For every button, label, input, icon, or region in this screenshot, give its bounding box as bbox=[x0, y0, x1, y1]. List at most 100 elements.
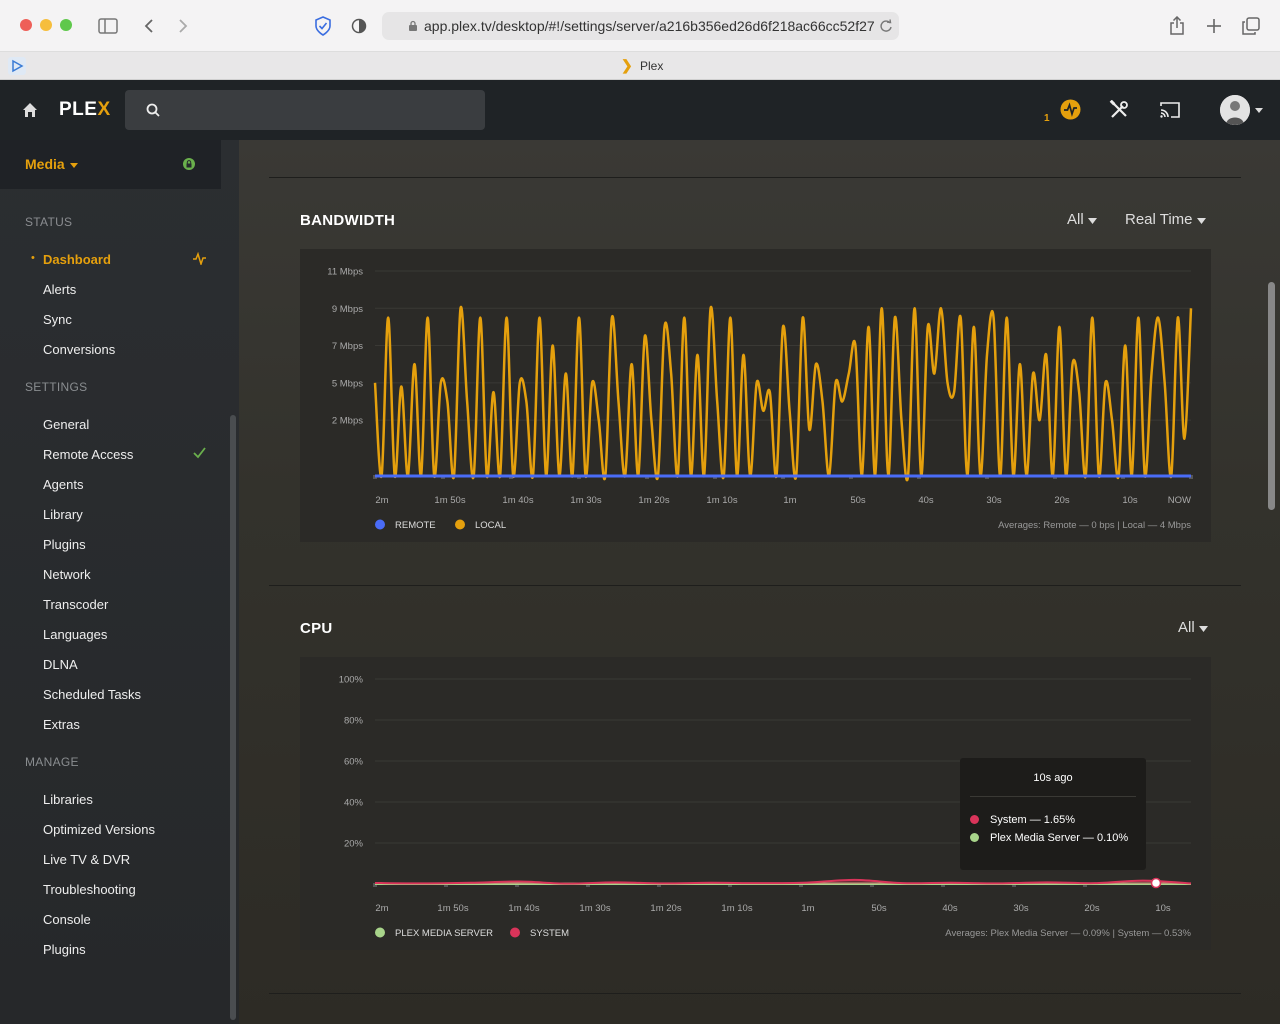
x-tick-label: 1m 50s bbox=[437, 903, 468, 914]
logo-x: X bbox=[97, 99, 111, 120]
chevron-down-icon bbox=[1198, 626, 1208, 632]
share-icon[interactable] bbox=[1165, 14, 1189, 38]
sidebar-toggle-icon[interactable] bbox=[96, 14, 120, 38]
chevron-down-icon bbox=[1087, 218, 1097, 224]
legend-swatch bbox=[510, 927, 520, 938]
legend-swatch bbox=[375, 519, 385, 530]
logo-text: PLE bbox=[59, 99, 98, 120]
plex-favicon-icon: ❯ bbox=[621, 57, 633, 73]
secure-lock-icon bbox=[183, 158, 195, 170]
sidebar-item-troubleshooting[interactable]: Troubleshooting bbox=[43, 882, 136, 897]
x-tick-label: 50s bbox=[871, 903, 887, 914]
bandwidth-range-label: Real Time bbox=[1125, 211, 1193, 228]
settings-tools-icon[interactable] bbox=[1109, 99, 1129, 125]
active-dot: • bbox=[31, 252, 35, 264]
cpu-filter-dropdown[interactable]: All bbox=[1178, 619, 1208, 636]
tab-overview-icon[interactable] bbox=[1239, 14, 1263, 38]
x-tick-label: 1m bbox=[801, 903, 814, 914]
section-manage: MANAGE bbox=[25, 755, 79, 769]
x-tick-label: 1m 10s bbox=[721, 903, 752, 914]
home-icon[interactable] bbox=[22, 102, 38, 123]
sidebar-item-console[interactable]: Console bbox=[43, 912, 91, 927]
checkmark-icon bbox=[193, 447, 206, 459]
extension-icon[interactable] bbox=[8, 57, 26, 80]
section-settings: SETTINGS bbox=[25, 380, 88, 394]
main-scrollbar[interactable] bbox=[1268, 282, 1275, 510]
new-tab-icon[interactable] bbox=[1202, 14, 1226, 38]
minimize-window-button[interactable] bbox=[40, 19, 52, 31]
sidebar-item-alerts[interactable]: Alerts bbox=[43, 282, 76, 297]
address-bar[interactable]: app.plex.tv/desktop/#!/settings/server/a… bbox=[382, 12, 899, 40]
forward-icon[interactable] bbox=[171, 14, 195, 38]
x-tick-label: 40s bbox=[942, 903, 958, 914]
divider bbox=[269, 585, 1241, 586]
bandwidth-title: BANDWIDTH bbox=[300, 212, 396, 229]
search-input[interactable] bbox=[125, 90, 485, 130]
y-tick-label: 40% bbox=[344, 798, 364, 809]
chevron-down-icon[interactable] bbox=[1255, 108, 1263, 113]
sidebar-item-plugins[interactable]: Plugins bbox=[43, 537, 86, 552]
bandwidth-range-dropdown[interactable]: Real Time bbox=[1125, 211, 1206, 228]
x-tick-label: 1m 40s bbox=[508, 903, 539, 914]
sidebar-item-languages[interactable]: Languages bbox=[43, 627, 107, 642]
x-tick-label: 2m bbox=[375, 495, 388, 506]
x-tick-label: 40s bbox=[918, 495, 934, 506]
sidebar-item-scheduled-tasks[interactable]: Scheduled Tasks bbox=[43, 687, 141, 702]
sidebar-item-live-tv-dvr[interactable]: Live TV & DVR bbox=[43, 852, 130, 867]
settings-sidebar: Media STATUS • Dashboard Alerts Sync Con… bbox=[0, 140, 239, 1024]
divider bbox=[269, 993, 1241, 994]
x-tick-label: 20s bbox=[1054, 495, 1070, 506]
shield-icon[interactable] bbox=[311, 14, 335, 38]
zoom-window-button[interactable] bbox=[60, 19, 72, 31]
bandwidth-chart[interactable]: 11 Mbps 9 Mbps 7 Mbps 5 Mbps 2 Mbps 2m 1m 50s 1… bbox=[300, 249, 1211, 542]
privacy-icon[interactable] bbox=[347, 14, 371, 38]
sidebar-item-libraries[interactable]: Libraries bbox=[43, 792, 93, 807]
pms-swatch bbox=[970, 833, 979, 842]
y-tick-label: 11 Mbps bbox=[327, 267, 363, 278]
tooltip-title: 10s ago bbox=[1033, 772, 1073, 784]
close-window-button[interactable] bbox=[20, 19, 32, 31]
legend-label: PLEX MEDIA SERVER bbox=[395, 928, 493, 939]
sidebar-item-extras[interactable]: Extras bbox=[43, 717, 80, 732]
activity-count: 1 bbox=[1044, 113, 1050, 124]
legend-label: REMOTE bbox=[395, 520, 436, 531]
sidebar-item-manage-plugins[interactable]: Plugins bbox=[43, 942, 86, 957]
back-icon[interactable] bbox=[137, 14, 161, 38]
app-header: PLEX 1 bbox=[0, 80, 1280, 140]
x-tick-label: 1m 50s bbox=[434, 495, 465, 506]
x-tick-label: 1m 30s bbox=[570, 495, 601, 506]
activity-icon bbox=[193, 252, 206, 265]
x-tick-label: NOW bbox=[1168, 495, 1191, 506]
sidebar-item-remote-access[interactable]: Remote Access bbox=[43, 447, 133, 462]
activity-icon[interactable] bbox=[1060, 99, 1081, 125]
x-tick-label: 1m 30s bbox=[579, 903, 610, 914]
cast-icon[interactable] bbox=[1159, 101, 1181, 124]
y-tick-label: 100% bbox=[339, 675, 364, 686]
x-tick-label: 50s bbox=[850, 495, 866, 506]
sidebar-item-conversions[interactable]: Conversions bbox=[43, 342, 115, 357]
sidebar-item-optimized-versions[interactable]: Optimized Versions bbox=[43, 822, 155, 837]
sidebar-item-library[interactable]: Library bbox=[43, 507, 83, 522]
avatar[interactable] bbox=[1220, 95, 1250, 125]
x-tick-label: 1m 10s bbox=[706, 495, 737, 506]
sidebar-item-sync[interactable]: Sync bbox=[43, 312, 72, 327]
sidebar-item-dlna[interactable]: DLNA bbox=[43, 657, 78, 672]
legend-swatch bbox=[455, 519, 465, 530]
sidebar-item-dashboard[interactable]: Dashboard bbox=[43, 252, 111, 267]
x-tick-label: 20s bbox=[1084, 903, 1100, 914]
sidebar-item-agents[interactable]: Agents bbox=[43, 477, 83, 492]
y-tick-label: 20% bbox=[344, 839, 364, 850]
sidebar-item-transcoder[interactable]: Transcoder bbox=[43, 597, 108, 612]
sidebar-scrollbar[interactable] bbox=[230, 415, 236, 1020]
bandwidth-filter-dropdown[interactable]: All bbox=[1067, 211, 1097, 228]
tab-title[interactable]: Plex bbox=[640, 59, 663, 73]
x-tick-label: 2m bbox=[375, 903, 388, 914]
media-server-selector[interactable]: Media bbox=[0, 140, 221, 189]
chevron-down-icon bbox=[70, 163, 78, 168]
sidebar-item-network[interactable]: Network bbox=[43, 567, 91, 582]
sidebar-item-general[interactable]: General bbox=[43, 417, 89, 432]
reload-icon[interactable] bbox=[879, 19, 893, 33]
y-tick-label: 60% bbox=[344, 757, 364, 768]
browser-toolbar: app.plex.tv/desktop/#!/settings/server/a… bbox=[0, 0, 1280, 52]
plex-logo[interactable]: PLEX bbox=[59, 99, 111, 121]
